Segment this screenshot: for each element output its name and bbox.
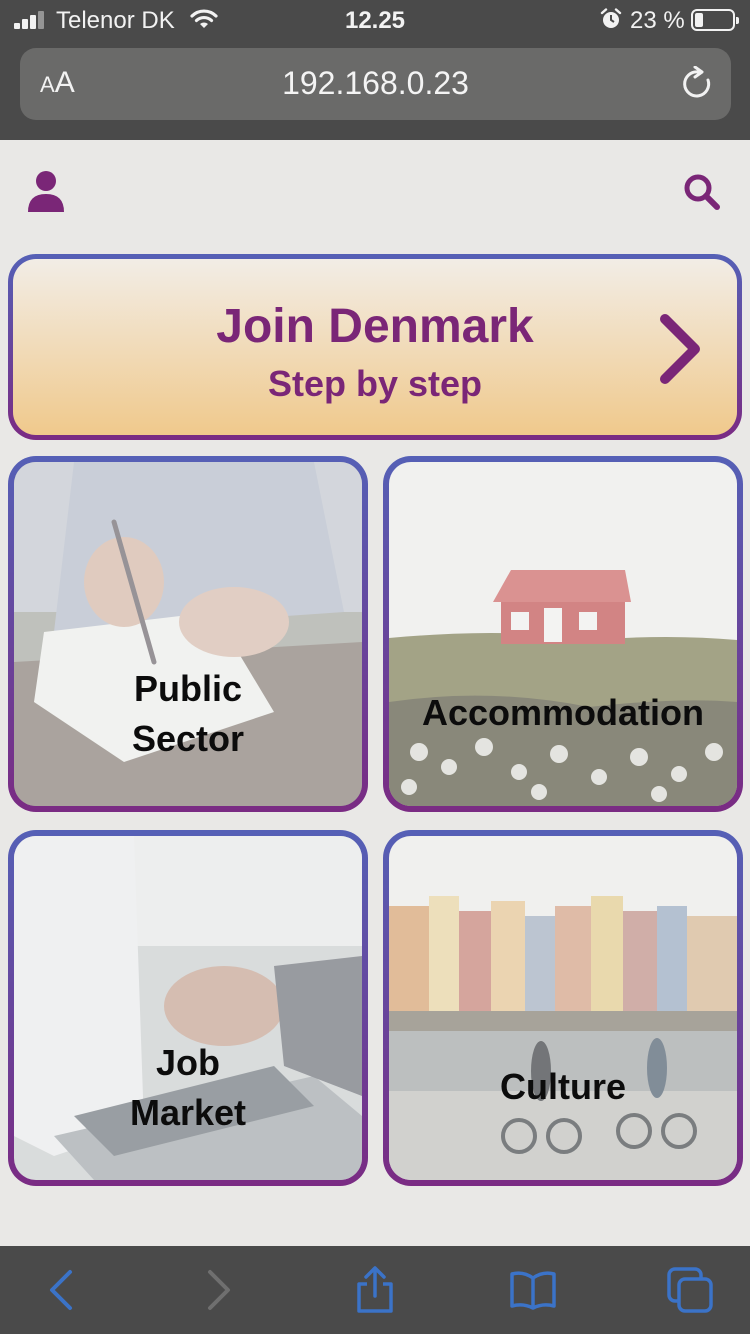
- tile-job-market[interactable]: Job Market: [8, 830, 368, 1186]
- tile-accommodation[interactable]: Accommodation: [383, 456, 743, 812]
- forward-icon[interactable]: [194, 1266, 242, 1314]
- tile-culture[interactable]: Culture: [383, 830, 743, 1186]
- status-bar: Telenor DK 12.25 23 %: [0, 0, 750, 42]
- reload-icon[interactable]: [681, 66, 715, 102]
- user-icon[interactable]: [26, 170, 66, 214]
- tile-label: Public Sector: [131, 668, 245, 759]
- nyhavn-harbour-photo: [389, 836, 737, 1180]
- tile-label: Job Market: [129, 1042, 247, 1133]
- red-house-photo: [389, 462, 737, 806]
- share-icon[interactable]: [351, 1266, 399, 1314]
- alarm-icon: [600, 8, 622, 28]
- back-icon[interactable]: [38, 1266, 86, 1314]
- tile-public-sector[interactable]: Public Sector: [8, 456, 368, 812]
- tabs-icon[interactable]: [666, 1266, 714, 1314]
- browser-toolbar: [0, 1246, 750, 1334]
- banner-subtitle: Step by step: [267, 363, 483, 404]
- tile-label: Culture: [500, 1066, 626, 1107]
- tile-image: Job Market: [14, 836, 362, 1180]
- banner-title: Join Denmark: [216, 300, 534, 353]
- tile-image: Culture: [389, 836, 737, 1180]
- chevron-right-icon: [660, 314, 700, 384]
- address-bar[interactable]: AA 192.168.0.23: [20, 48, 731, 120]
- bookmarks-icon[interactable]: [509, 1266, 557, 1314]
- battery-icon: [691, 9, 739, 31]
- tile-image: Accommodation: [389, 462, 737, 806]
- search-icon[interactable]: [682, 172, 722, 212]
- tile-image: Public Sector: [14, 462, 362, 806]
- banner-body: Join Denmark Step by step: [13, 259, 737, 435]
- join-denmark-banner[interactable]: Join Denmark Step by step: [8, 254, 742, 440]
- browser-top-chrome: Telenor DK 12.25 23 % AA 192.168.0.23: [0, 0, 750, 140]
- url-text[interactable]: 192.168.0.23: [20, 65, 731, 102]
- tile-label: Accommodation: [421, 692, 705, 733]
- battery-percent: 23 %: [630, 7, 685, 34]
